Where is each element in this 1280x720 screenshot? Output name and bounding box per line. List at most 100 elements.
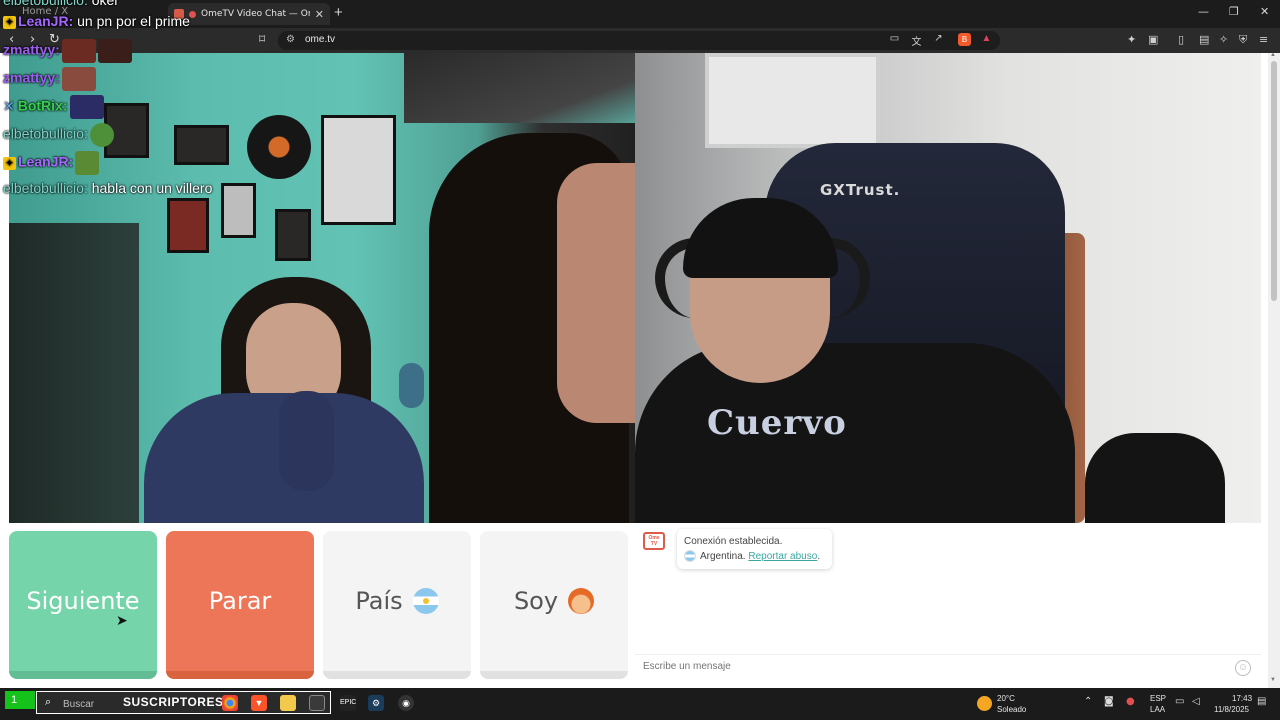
country-button-label: País: [355, 587, 403, 615]
file-explorer-icon[interactable]: [280, 695, 296, 711]
argentina-flag-icon: [684, 550, 696, 563]
chat-message: ✕ BotRix:: [3, 95, 104, 119]
share-icon[interactable]: ↗: [932, 33, 945, 46]
chat-username: elbetobullicio:: [3, 180, 88, 196]
translate-icon[interactable]: 文: [910, 33, 923, 48]
microphone-icon[interactable]: ●: [1126, 696, 1135, 707]
ometv-logo-icon: Ome TV: [643, 532, 665, 550]
next-button-label: Siguiente: [26, 587, 140, 615]
ometv-page: elbetobullicio: oker ✦ LeanJR: un pn por …: [0, 0, 1280, 688]
message-input[interactable]: [643, 661, 1223, 672]
keyboard-layout[interactable]: LAA: [1150, 705, 1165, 714]
clock-time[interactable]: 17:43: [1232, 694, 1252, 703]
epic-games-icon[interactable]: EPIC: [340, 695, 356, 711]
recording-icon: [189, 10, 196, 18]
chat-message: ✦ LeanJR: un pn por el prime: [3, 13, 190, 29]
weather-sun-icon[interactable]: [977, 696, 992, 711]
menu-icon[interactable]: ≡: [1259, 33, 1268, 46]
weather-temperature[interactable]: 20°C: [997, 694, 1015, 703]
chat-message: zmattyy:: [3, 39, 132, 63]
boy-emoji-icon: [568, 588, 595, 614]
rewards-icon[interactable]: ▲: [980, 33, 993, 46]
steam-icon[interactable]: ⚙: [368, 695, 384, 711]
vpn-icon[interactable]: ⛨: [1239, 33, 1247, 47]
chat-message: elbetobullicio: habla con un villero: [3, 180, 212, 196]
subscribers-overlay-label: SUSCRIPTORES: [123, 695, 224, 709]
weather-description[interactable]: Soleado: [997, 705, 1026, 714]
plus-icon[interactable]: +: [334, 4, 343, 21]
next-button[interactable]: Siguiente: [9, 531, 157, 679]
chat-username: LeanJR:: [18, 13, 74, 29]
clock-date[interactable]: 11/8/2025: [1214, 705, 1249, 714]
cast-icon[interactable]: ▭: [888, 33, 901, 46]
url-text[interactable]: ome.tv: [305, 34, 335, 45]
person-hand: [279, 391, 334, 491]
wallet-icon[interactable]: ▤: [1199, 33, 1209, 46]
brave-icon[interactable]: ▼: [251, 695, 267, 711]
connection-status: Conexión establecida.: [684, 536, 783, 547]
country-line: Argentina. Reportar abuso.: [684, 549, 825, 564]
restore-icon[interactable]: ❐: [1229, 5, 1239, 18]
message-input-bar: ☺: [635, 654, 1261, 682]
obs-icon[interactable]: ◉: [398, 695, 414, 711]
tab-search-icon[interactable]: ▣: [1148, 33, 1158, 46]
emote-image: [75, 151, 100, 175]
chat-text: habla con un villero: [87, 180, 213, 196]
volume-icon[interactable]: ◁: [1192, 696, 1200, 707]
emote-image: [61, 39, 96, 63]
mouse-cursor-icon: ➤: [116, 612, 128, 628]
site-info-icon[interactable]: ⚙: [286, 34, 295, 45]
gender-select-button[interactable]: Soy: [480, 531, 628, 679]
address-bar[interactable]: ⚙ ome.tv ▭ 文 ↗ B ▲: [278, 31, 1000, 50]
chat-text: oker: [87, 0, 119, 8]
chat-message: elbetobullicio: oker: [3, 0, 119, 8]
discord-icon[interactable]: ◙: [1104, 696, 1114, 707]
notifications-icon[interactable]: ▤: [1257, 696, 1266, 707]
remote-person-body: [635, 343, 1075, 523]
wall-poster: [321, 115, 396, 225]
tab-ometv[interactable]: OmeTV Video Chat — Omegl ✕: [168, 3, 330, 25]
app-icon[interactable]: [309, 695, 325, 711]
brave-shields-icon[interactable]: B: [958, 33, 971, 46]
scroll-down-icon[interactable]: ▼: [1270, 677, 1276, 683]
chat-message: ✦ LeanJR:: [3, 151, 100, 175]
emoji-icon[interactable]: ☺: [1235, 660, 1251, 676]
window-close-icon[interactable]: ✕: [1260, 5, 1269, 18]
minimize-icon[interactable]: —: [1198, 5, 1209, 18]
sidebar-icon[interactable]: ▯: [1178, 33, 1184, 46]
lamp: [399, 363, 424, 408]
chat-panel: Ome TV Conexión establecida. Argentina. …: [635, 523, 1261, 688]
chat-message: elbetobullicio:: [3, 123, 114, 147]
stream-chat-overlay: elbetobullicio: oker ✦ LeanJR: un pn por …: [0, 0, 300, 253]
chat-username: zmattyy:: [3, 69, 60, 86]
report-suffix: .: [817, 551, 821, 562]
language-indicator[interactable]: ESP: [1150, 694, 1166, 703]
extensions-icon[interactable]: ✦: [1127, 33, 1136, 46]
system-message: Conexión establecida. Argentina. Reporta…: [677, 529, 832, 569]
scroll-up-icon[interactable]: ▲: [1270, 52, 1276, 58]
bookmark-icon[interactable]: ⌑: [259, 32, 265, 46]
desk-chair: [1085, 433, 1225, 523]
start-badge[interactable]: 1: [5, 691, 35, 709]
windows-taskbar: 1 ⌕ Buscar SUSCRIPTORES ▼ EPIC ⚙ ◉ 20°C …: [0, 688, 1280, 720]
report-abuse-link[interactable]: Reportar abuso: [748, 551, 817, 562]
search-placeholder: Buscar: [63, 699, 95, 710]
leo-ai-icon[interactable]: ✧: [1219, 33, 1228, 46]
chat-text: un pn por el prime: [73, 13, 190, 29]
ceiling-area: [404, 53, 635, 123]
chevron-up-icon[interactable]: ⌃: [1084, 696, 1092, 707]
emote-image: [69, 95, 104, 119]
chat-message: zmattyy:: [3, 67, 96, 91]
chat-username: BotRix:: [17, 97, 68, 114]
page-scrollbar[interactable]: ▲ ▼: [1268, 52, 1280, 688]
country-filter-button[interactable]: País: [323, 531, 471, 679]
chat-username: elbetobullicio:: [3, 125, 88, 142]
scroll-thumb[interactable]: [1271, 61, 1277, 301]
gender-button-label: Soy: [513, 587, 559, 615]
shirt-print-text: Cuervo: [707, 403, 847, 443]
chrome-icon[interactable]: [222, 695, 238, 711]
tab-close-icon[interactable]: ✕: [315, 8, 324, 21]
chat-username: zmattyy:: [3, 41, 60, 58]
network-icon[interactable]: ▭: [1175, 696, 1184, 707]
stop-button[interactable]: Parar: [166, 531, 314, 679]
